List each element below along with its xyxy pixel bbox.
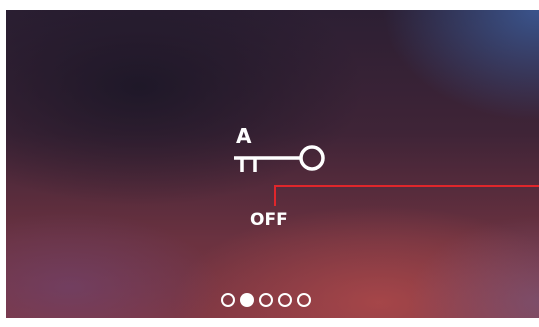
lock-screen: A OFF bbox=[6, 10, 539, 318]
lock-status-text: OFF bbox=[250, 210, 288, 230]
page-dot-1[interactable] bbox=[221, 293, 235, 307]
page-dot-2-active[interactable] bbox=[240, 293, 254, 307]
page-dot-5[interactable] bbox=[297, 293, 311, 307]
page-dot-4[interactable] bbox=[278, 293, 292, 307]
device-frame: A OFF bbox=[0, 0, 539, 327]
lock-toggle[interactable]: A bbox=[222, 125, 332, 185]
key-icon bbox=[234, 145, 325, 172]
page-indicator bbox=[221, 293, 311, 307]
page-dot-3[interactable] bbox=[259, 293, 273, 307]
